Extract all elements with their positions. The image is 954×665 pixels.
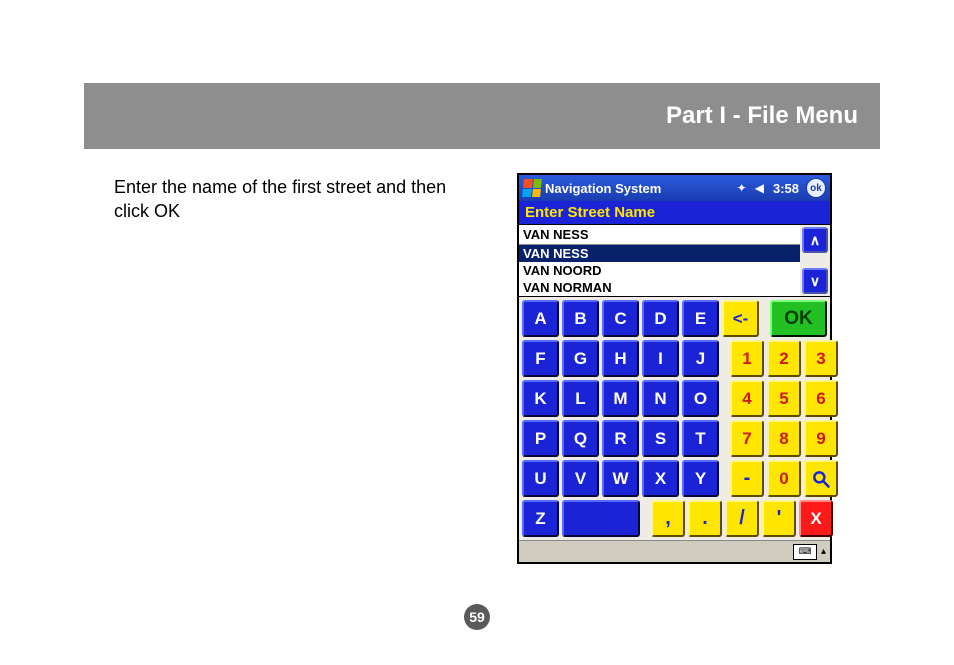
instruction-text: Enter the name of the first street and t… (114, 175, 454, 224)
sip-bar: ⌨ ▴ (519, 540, 830, 562)
clock: 3:58 (770, 181, 802, 196)
key-8[interactable]: 8 (767, 420, 801, 457)
key-slash[interactable]: / (725, 500, 759, 537)
key-a[interactable]: A (522, 300, 559, 337)
key-l[interactable]: L (562, 380, 599, 417)
key-5[interactable]: 5 (767, 380, 801, 417)
key-v[interactable]: V (562, 460, 599, 497)
list-item[interactable]: VAN NESS (519, 245, 800, 262)
key-backspace[interactable]: <- (722, 300, 759, 337)
key-delete[interactable]: X (799, 500, 833, 537)
key-y[interactable]: Y (682, 460, 719, 497)
key-0[interactable]: 0 (767, 460, 801, 497)
key-9[interactable]: 9 (804, 420, 838, 457)
key-b[interactable]: B (562, 300, 599, 337)
page-number-badge: 59 (464, 604, 490, 630)
key-3[interactable]: 3 (804, 340, 838, 377)
list-item[interactable]: VAN NORMAN (519, 279, 800, 296)
scroll-down-button[interactable]: ∨ (802, 268, 828, 294)
key-6[interactable]: 6 (804, 380, 838, 417)
key-apostrophe[interactable]: ' (762, 500, 796, 537)
key-search[interactable] (804, 460, 838, 497)
key-space[interactable] (562, 500, 640, 537)
key-7[interactable]: 7 (730, 420, 764, 457)
prompt-label: Enter Street Name (519, 201, 830, 224)
key-k[interactable]: K (522, 380, 559, 417)
key-q[interactable]: Q (562, 420, 599, 457)
key-g[interactable]: G (562, 340, 599, 377)
section-title: Part I - File Menu (666, 102, 858, 130)
key-j[interactable]: J (682, 340, 719, 377)
key-4[interactable]: 4 (730, 380, 764, 417)
onscreen-keyboard: A B C D E <- OK F G H I J 1 2 3 K L M N … (519, 297, 830, 540)
key-ok[interactable]: OK (770, 300, 827, 337)
key-t[interactable]: T (682, 420, 719, 457)
key-c[interactable]: C (602, 300, 639, 337)
key-s[interactable]: S (642, 420, 679, 457)
speaker-icon[interactable]: ◀ (753, 181, 766, 195)
pda-titlebar: Navigation System ✦ ◀ 3:58 ok (519, 175, 830, 201)
key-h[interactable]: H (602, 340, 639, 377)
key-minus[interactable]: - (730, 460, 764, 497)
magnifier-icon (811, 469, 831, 489)
windows-flag-icon[interactable] (522, 179, 542, 197)
key-e[interactable]: E (682, 300, 719, 337)
street-listbox[interactable]: VAN NESS VAN NESS VAN NOORD VAN NORMAN (519, 225, 800, 296)
section-header: Part I - File Menu (84, 83, 880, 149)
connectivity-icon[interactable]: ✦ (735, 181, 749, 195)
street-input-value[interactable]: VAN NESS (519, 225, 800, 245)
key-d[interactable]: D (642, 300, 679, 337)
key-u[interactable]: U (522, 460, 559, 497)
key-f[interactable]: F (522, 340, 559, 377)
pda-app-title: Navigation System (545, 181, 661, 196)
key-period[interactable]: . (688, 500, 722, 537)
key-comma[interactable]: , (651, 500, 685, 537)
key-1[interactable]: 1 (730, 340, 764, 377)
key-m[interactable]: M (602, 380, 639, 417)
scroll-buttons: ∧ ∨ (800, 225, 830, 296)
list-item[interactable]: VAN NOORD (519, 262, 800, 279)
sip-keyboard-icon[interactable]: ⌨ (793, 544, 817, 560)
key-w[interactable]: W (602, 460, 639, 497)
key-p[interactable]: P (522, 420, 559, 457)
key-o[interactable]: O (682, 380, 719, 417)
key-z[interactable]: Z (522, 500, 559, 537)
sip-arrow-icon[interactable]: ▴ (821, 546, 826, 557)
key-n[interactable]: N (642, 380, 679, 417)
key-i[interactable]: I (642, 340, 679, 377)
titlebar-ok-button[interactable]: ok (806, 178, 826, 198)
street-list-area: VAN NESS VAN NESS VAN NOORD VAN NORMAN ∧… (519, 224, 830, 297)
scroll-up-button[interactable]: ∧ (802, 227, 828, 253)
pda-device-screenshot: Navigation System ✦ ◀ 3:58 ok Enter Stre… (517, 173, 832, 564)
key-r[interactable]: R (602, 420, 639, 457)
key-2[interactable]: 2 (767, 340, 801, 377)
key-x[interactable]: X (642, 460, 679, 497)
